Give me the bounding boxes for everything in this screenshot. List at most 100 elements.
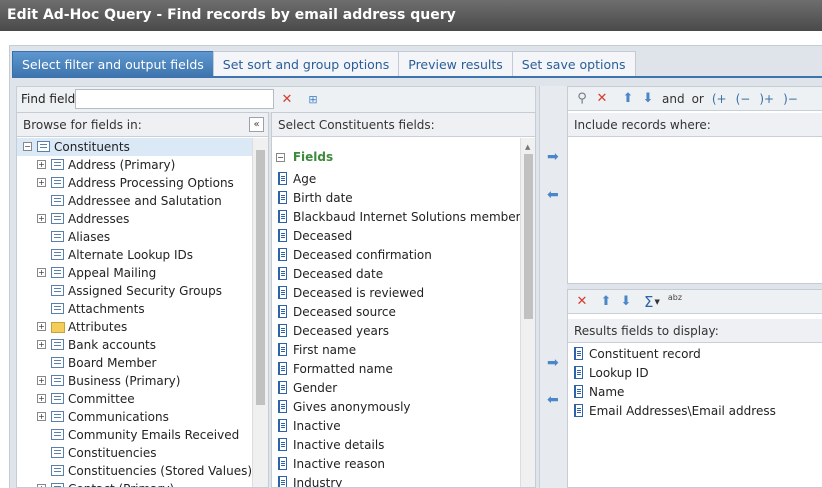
tab-sort-group[interactable]: Set sort and group options [212, 51, 400, 77]
expand-icon[interactable]: + [37, 340, 46, 349]
result-field-item[interactable]: Name [568, 383, 822, 402]
result-field-item[interactable]: Lookup ID [568, 364, 822, 383]
remove-filter-arrow-icon[interactable]: ⬅ [547, 187, 559, 203]
field-item[interactable]: Deceased date [272, 265, 520, 284]
tree-item[interactable]: table-icon Alternate Lookup IDs [17, 246, 253, 264]
field-item[interactable]: Inactive [272, 417, 520, 436]
field-item[interactable]: Deceased [272, 227, 520, 246]
browse-scrollbar[interactable] [252, 138, 268, 487]
tree-item[interactable]: table-icon Constituencies [17, 444, 253, 462]
field-item[interactable]: Inactive details [272, 436, 520, 455]
tree-item[interactable]: −table-icon Constituents [17, 138, 253, 156]
select-scrollbar[interactable]: ▲ [520, 138, 535, 487]
open-paren-minus-button[interactable]: (− [736, 92, 751, 106]
result-field-item[interactable]: Email Addresses\Email address [568, 402, 822, 421]
collapse-panel-icon[interactable]: « [249, 117, 264, 132]
tab-preview-results[interactable]: Preview results [398, 51, 513, 77]
filter-move-down-icon[interactable]: ⬇ [638, 89, 658, 109]
fields-group-expander[interactable]: − [276, 153, 285, 162]
results-move-up-icon[interactable]: ⬆ [596, 292, 616, 312]
summarize-dropdown-icon[interactable]: ▼ [654, 298, 659, 306]
browse-panel: Browse for fields in: « −table-iconConst… [16, 112, 269, 488]
tree-item[interactable]: + table-icon Addresses [17, 210, 253, 228]
and-button[interactable]: and [662, 92, 685, 106]
tree-item[interactable]: + table-icon Address Processing Options [17, 174, 253, 192]
filter-criteria-area[interactable] [568, 138, 822, 283]
collapse-icon[interactable]: − [23, 142, 32, 151]
field-item[interactable]: Deceased years [272, 322, 520, 341]
filter-toolbar: ⚲ ✕ ⬆ ⬇ and or (+ (− )+ )− [568, 87, 822, 111]
field-item[interactable]: Formatted name [272, 360, 520, 379]
field-item[interactable]: Age [272, 170, 520, 189]
expand-icon[interactable]: + [37, 484, 46, 487]
field-icon [278, 267, 287, 280]
field-item[interactable]: Gives anonymously [272, 398, 520, 417]
open-paren-plus-button[interactable]: (+ [712, 92, 727, 106]
or-button[interactable]: or [692, 92, 704, 106]
tree-item[interactable]: table-icon Addressee and Salutation [17, 192, 253, 210]
results-delete-icon[interactable]: ✕ [572, 292, 592, 312]
field-item[interactable]: Birth date [272, 189, 520, 208]
field-item[interactable]: Deceased source [272, 303, 520, 322]
tree-item[interactable]: table-icon Constituencies (Stored Values) [17, 462, 253, 480]
tree-view-icon[interactable]: ⊞ [303, 89, 323, 109]
results-panel: ✕ ⬆ ⬇ Σ ▼ abz Results fields to display:… [567, 289, 822, 488]
tree-item[interactable]: table-icon Aliases [17, 228, 253, 246]
summarize-icon[interactable]: Σ [644, 293, 653, 311]
tab-save-options[interactable]: Set save options [511, 51, 636, 77]
field-item[interactable]: Deceased is reviewed [272, 284, 520, 303]
tree-item[interactable]: + table-icon Contact (Primary) [17, 480, 253, 487]
filter-delete-icon[interactable]: ✕ [592, 89, 612, 109]
find-field-input[interactable] [75, 89, 274, 109]
tree-item[interactable]: table-icon Board Member [17, 354, 253, 372]
field-item[interactable]: Deceased confirmation [272, 246, 520, 265]
field-item[interactable]: Gender [272, 379, 520, 398]
tree-item[interactable]: table-icon Attachments [17, 300, 253, 318]
expand-icon[interactable]: + [37, 268, 46, 277]
field-item[interactable]: Industry [272, 474, 520, 487]
browse-scroll-thumb[interactable] [256, 150, 265, 405]
tree-item[interactable]: + table-icon Committee [17, 390, 253, 408]
fields-group-label: Fields [292, 150, 334, 164]
tree-item[interactable]: table-icon Community Emails Received [17, 426, 253, 444]
tree-item[interactable]: + table-icon Bank accounts [17, 336, 253, 354]
close-paren-minus-button[interactable]: )− [783, 92, 798, 106]
tree-item-label: Alternate Lookup IDs [68, 248, 194, 262]
field-item-label: Blackbaud Internet Solutions member [293, 210, 521, 224]
expand-icon[interactable]: + [37, 178, 46, 187]
tree-item[interactable]: + table-icon Appeal Mailing [17, 264, 253, 282]
find-bar: Find field: ✕ ⊞ [16, 86, 536, 112]
select-scroll-thumb[interactable] [524, 154, 533, 319]
expand-icon[interactable]: + [37, 214, 46, 223]
table-icon: table-icon [51, 231, 64, 242]
expand-icon[interactable]: + [37, 322, 46, 331]
clear-search-icon[interactable]: ✕ [277, 89, 297, 109]
field-item[interactable]: Inactive reason [272, 455, 520, 474]
tree-item[interactable]: table-icon Assigned Security Groups [17, 282, 253, 300]
add-filter-arrow-icon[interactable]: ➡ [547, 149, 559, 165]
expand-icon[interactable]: + [37, 160, 46, 169]
results-move-down-icon[interactable]: ⬇ [616, 292, 636, 312]
fields-group-row[interactable]: − Fields [276, 148, 333, 166]
rename-icon[interactable]: abz [668, 293, 682, 302]
field-item-label: Deceased years [293, 324, 390, 338]
remove-output-arrow-icon[interactable]: ⬅ [547, 392, 559, 408]
expand-icon[interactable]: + [37, 412, 46, 421]
result-field-item[interactable]: Constituent record [568, 345, 822, 364]
close-paren-plus-button[interactable]: )+ [759, 92, 774, 106]
tree-item[interactable]: + table-icon Communications [17, 408, 253, 426]
tree-item[interactable]: + folder-iconAttributes [17, 318, 253, 336]
filter-move-up-icon[interactable]: ⬆ [618, 89, 638, 109]
add-output-arrow-icon[interactable]: ➡ [547, 355, 559, 371]
tree-item[interactable]: + table-icon Business (Primary) [17, 372, 253, 390]
field-item[interactable]: Blackbaud Internet Solutions member [272, 208, 521, 227]
tab-select-fields[interactable]: Select filter and output fields [12, 51, 214, 77]
scroll-up-icon[interactable]: ▲ [525, 143, 530, 151]
field-item[interactable]: First name [272, 341, 520, 360]
expand-icon[interactable]: + [37, 394, 46, 403]
tree-item-label: Constituencies [68, 446, 157, 460]
table-icon: table-icon [51, 339, 64, 350]
filter-edit-icon[interactable]: ⚲ [572, 89, 592, 109]
tree-item[interactable]: + table-icon Address (Primary) [17, 156, 253, 174]
expand-icon[interactable]: + [37, 376, 46, 385]
